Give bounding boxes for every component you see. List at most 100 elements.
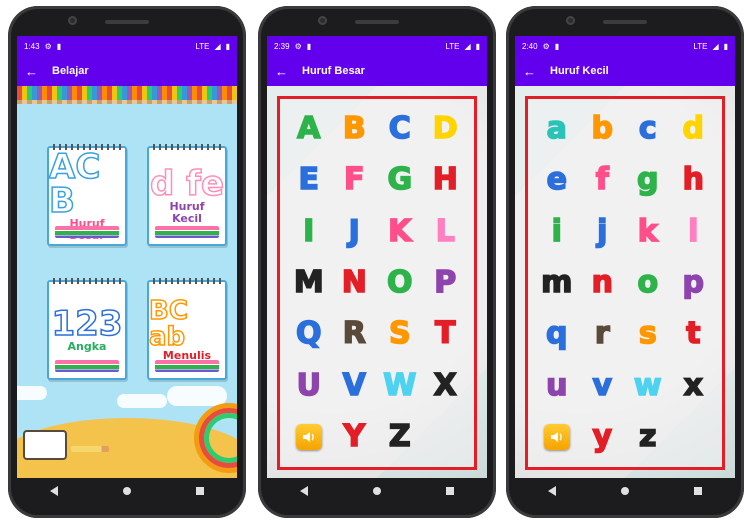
nav-recents-icon[interactable] [694,487,703,495]
front-camera [318,16,327,25]
crayons [55,360,119,372]
letter-button[interactable]: e [546,164,568,196]
letter-button[interactable]: z [638,421,657,453]
letter-button[interactable]: h [682,164,705,196]
cloud [17,386,47,400]
page-title: Belajar [52,65,89,77]
phone-belajar: 1:43 ⚙ ▮ LTE ◢ ▮ ← Belajar AC B Huruf d … [8,6,246,518]
menu-card-huruf-besar[interactable]: AC B Huruf Besar [47,144,127,246]
letter-button[interactable]: P [433,267,457,299]
letter-button[interactable]: F [343,164,365,196]
nav-recents-icon[interactable] [196,487,205,495]
pencil-illustration [71,446,109,452]
letter-button[interactable]: S [388,318,411,350]
letter-button[interactable]: B [342,112,366,144]
letter-button[interactable]: p [682,267,705,299]
card-label-line: Angka [67,340,107,354]
speaker-icon[interactable] [295,424,322,451]
screen: 2:39 ⚙ ▮ LTE ◢ ▮ ← Huruf Besar ABCD EFGH I… [267,36,487,478]
letter-button[interactable]: g [636,164,659,196]
letter-button[interactable]: W [382,370,417,402]
letter-button[interactable]: T [434,318,456,350]
letter-frame: abcd efgh i jkl mnop qrst uvwx yz [525,96,725,470]
page-title: Huruf Besar [302,65,365,77]
letter-button[interactable]: u [545,370,568,402]
card-art: d fe [149,164,225,205]
card-art: 123 [51,304,123,345]
letter-button[interactable]: U [296,370,322,402]
status-bar: 2:40 ⚙ ▮ LTE ◢ ▮ [515,36,735,56]
letter-button[interactable]: k [637,215,659,247]
letter-button[interactable]: i [551,215,563,247]
nav-home-icon[interactable] [372,487,381,495]
nav-bar [515,478,735,504]
nav-home-icon[interactable] [122,487,131,495]
letter-button[interactable]: H [432,164,459,196]
letters-content: abcd efgh i jkl mnop qrst uvwx yz [515,86,735,478]
letter-button[interactable]: w [633,370,662,402]
letter-button[interactable]: b [591,112,614,144]
letter-button[interactable]: y [592,421,613,453]
letter-button[interactable]: D [432,112,459,144]
letter-button[interactable]: v [592,370,613,402]
battery-icon: ▮ [475,41,480,51]
app-bar: ← Huruf Besar [267,56,487,86]
nav-back-icon[interactable] [547,486,556,496]
letter-button[interactable]: M [293,267,324,299]
nav-back-icon[interactable] [49,486,58,496]
letter-button[interactable]: t [685,318,701,350]
letter-button[interactable]: R [342,318,367,350]
letter-button[interactable]: x [683,370,704,402]
letter-button[interactable]: m [540,267,573,299]
letter-button[interactable]: V [342,370,367,402]
card-art: AC B [48,147,101,222]
nav-home-icon[interactable] [620,487,629,495]
signal-icon: ◢ [712,41,719,51]
letter-button[interactable]: Y [343,421,366,453]
letter-button[interactable]: O [386,267,413,299]
status-time: 1:43 [24,41,40,51]
arrow-left-icon[interactable]: ← [275,64,288,79]
letter-button[interactable]: X [433,370,458,402]
letter-button[interactable]: L [435,215,456,247]
arrow-left-icon[interactable]: ← [25,64,38,79]
network-label: LTE [445,41,460,51]
card-art: BC ab [148,296,188,353]
letter-button[interactable]: c [638,112,657,144]
letter-button[interactable]: d [682,112,705,144]
letter-button[interactable]: G [387,164,413,196]
menu-card-menulis[interactable]: BC ab Menulis [147,278,227,380]
signal-icon: ◢ [464,41,471,51]
letter-button[interactable]: a [546,112,568,144]
menu-card-huruf-kecil[interactable]: d fe Huruf Kecil [147,144,227,246]
letter-button[interactable]: l [687,215,699,247]
nav-back-icon[interactable] [299,486,308,496]
letter-button[interactable]: s [638,318,657,350]
spiral-rings [53,144,121,150]
letter-button[interactable]: J [348,215,361,247]
nav-recents-icon[interactable] [446,487,455,495]
letter-button[interactable]: n [591,267,614,299]
gear-icon: ⚙ [542,41,550,51]
letter-button[interactable]: C [388,112,412,144]
app-bar: ← Huruf Kecil [515,56,735,86]
letter-button[interactable]: f [595,164,610,196]
arrow-left-icon[interactable]: ← [523,64,536,79]
letter-button[interactable]: o [637,267,659,299]
menu-card-angka[interactable]: 123 Angka [47,278,127,380]
letter-button[interactable]: A [296,112,321,144]
letter-button[interactable]: E [298,164,320,196]
letter-button[interactable]: r [594,318,610,350]
letter-button[interactable]: K [387,215,412,247]
letter-button[interactable]: q [545,318,568,350]
letter-button[interactable]: N [341,267,368,299]
speaker-icon[interactable] [543,424,570,451]
letter-button[interactable]: Q [295,318,322,350]
letter-button[interactable]: Z [388,421,411,453]
cloud [167,386,227,406]
speaker-grille [603,20,647,24]
spiral-rings [153,144,221,150]
letter-button[interactable]: j [596,215,608,247]
screen: 1:43 ⚙ ▮ LTE ◢ ▮ ← Belajar AC B Huruf d … [17,36,237,478]
letter-button[interactable]: I [302,215,315,247]
